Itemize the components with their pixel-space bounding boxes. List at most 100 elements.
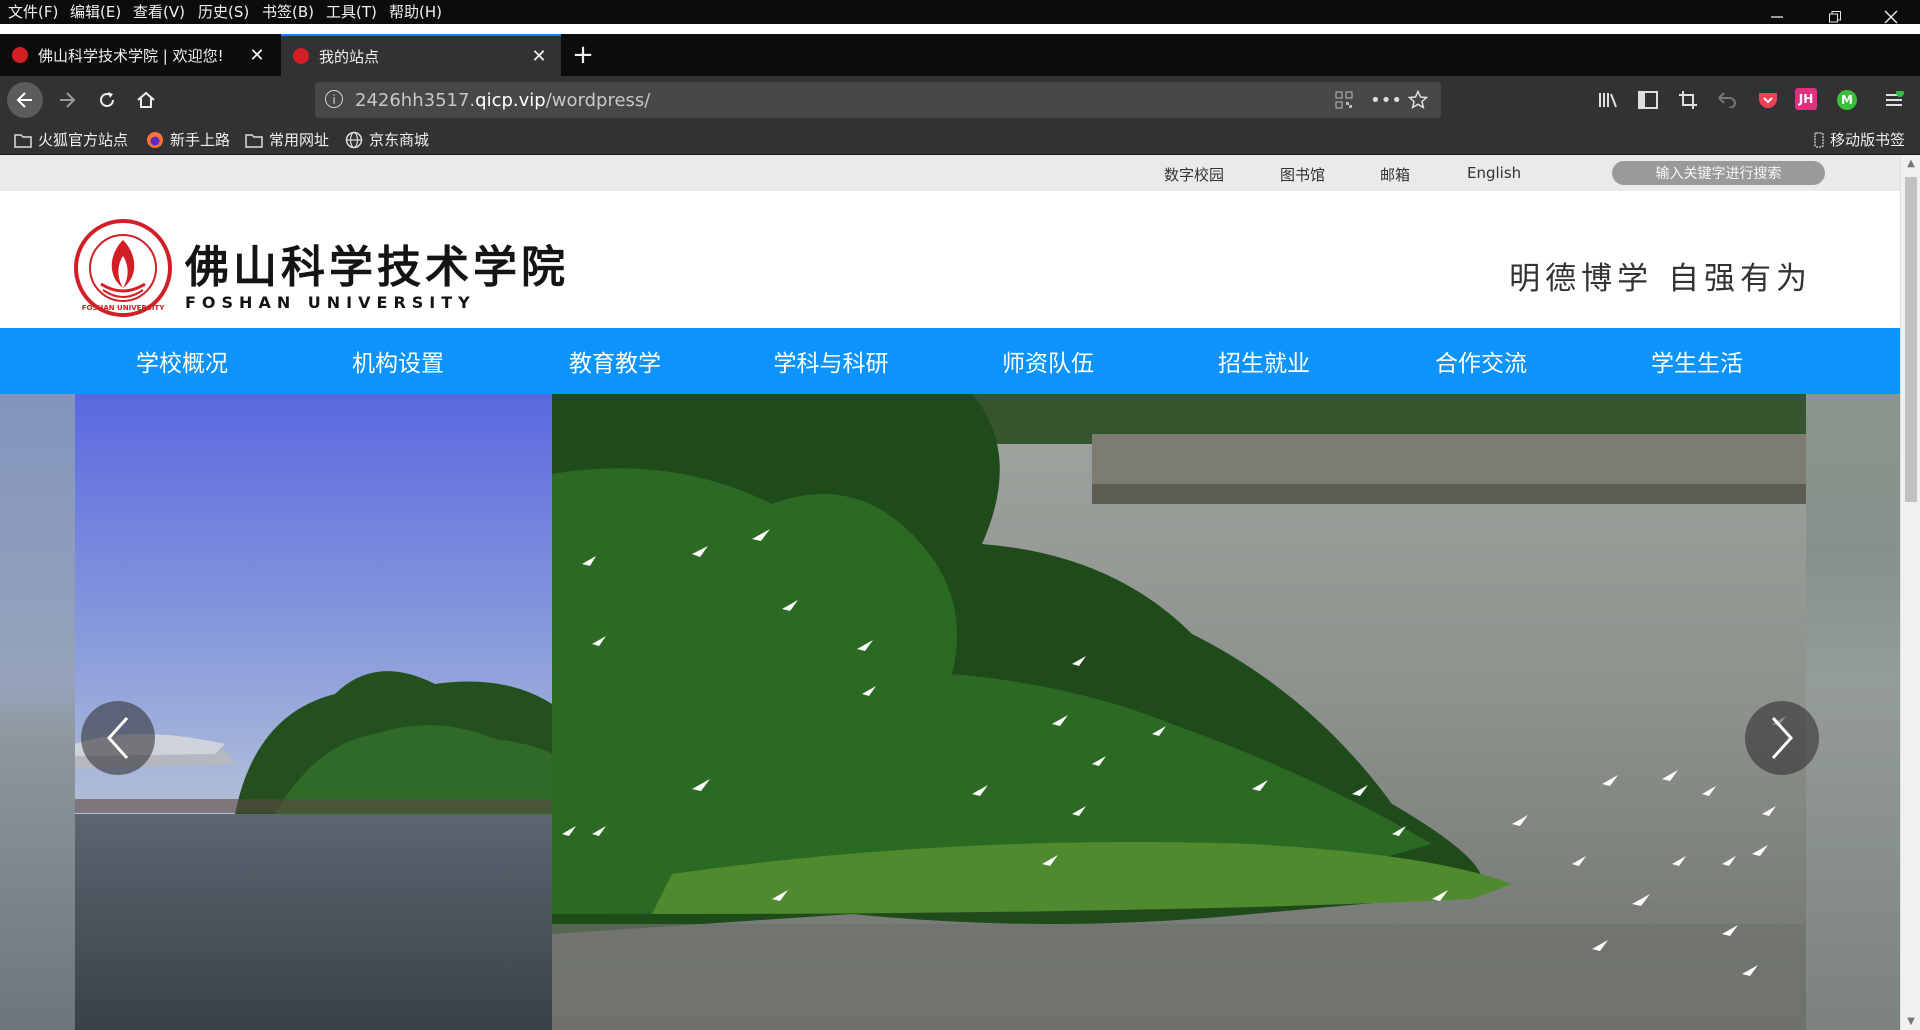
back-button[interactable] [7,82,43,118]
chevron-right-icon [1771,716,1794,760]
bookmark-label: 常用网址 [269,131,330,149]
more-dots-icon[interactable]: ••• [1370,88,1402,112]
bookmark-label: 京东商城 [369,131,430,149]
firefox-logo-icon [146,131,164,149]
tab-my-site[interactable]: 我的站点 ✕ [281,34,561,76]
restore-button[interactable] [1806,0,1864,34]
nav-departments[interactable]: 机构设置 [352,344,444,378]
library-icon[interactable] [1596,88,1620,112]
bookmark-label: 火狐官方站点 [38,131,129,149]
new-tab-button[interactable]: + [568,34,598,76]
qr-code-icon[interactable] [1331,88,1357,112]
carousel-prev-button[interactable] [81,701,155,775]
main-navigation: 学校概况 机构设置 教育教学 学科与科研 师资队伍 招生就业 合作交流 学生生活 [0,328,1900,394]
bookmark-label: 新手上路 [170,131,231,149]
bookmarks-toolbar: 火狐官方站点 新手上路 常用网址 京东商城 移动版书签 [0,124,1920,155]
nav-faculty[interactable]: 师资队伍 [1002,344,1094,378]
link-mailbox[interactable]: 邮箱 [1380,164,1410,185]
menu-help[interactable]: 帮助(H) [389,1,442,22]
pocket-icon[interactable] [1756,88,1780,112]
scroll-down-icon[interactable]: ▼ [1905,1016,1917,1027]
hamburger-menu-icon[interactable] [1882,88,1906,112]
close-icon [1884,10,1898,24]
plus-icon: + [572,40,594,70]
bookmark-mobile[interactable]: 移动版书签 [1814,129,1905,150]
site-header: FOSHAN UNIVERSITY 佛山科学技术学院 FOSHAN UNIVER… [0,191,1900,328]
undo-icon[interactable] [1715,88,1739,112]
navigation-toolbar: i 2426hh3517.qicp.vip/wordpress/ ••• JH … [0,76,1920,124]
nav-student-life[interactable]: 学生生活 [1651,344,1743,378]
site-favicon-icon [12,47,28,63]
menu-view[interactable]: 查看(V) [133,1,185,22]
school-motto: 明德博学 自强有为 [1509,261,1812,297]
restore-icon [1829,11,1841,23]
address-bar[interactable]: i 2426hh3517.qicp.vip/wordpress/ ••• [315,82,1441,118]
tab-title: 佛山科学技术学院 | 欢迎您! [38,46,224,65]
menu-tools[interactable]: 工具(T) [326,1,377,22]
forward-arrow-icon [60,92,76,108]
bookmark-common-sites[interactable]: 常用网址 [245,129,329,150]
menu-edit[interactable]: 编辑(E) [70,1,121,22]
folder-icon [14,132,32,148]
university-seal-logo[interactable]: FOSHAN UNIVERSITY [73,218,173,318]
page-scrollbar[interactable]: ▲ ▼ [1900,155,1920,1030]
bookmark-getting-started[interactable]: 新手上路 [146,129,230,150]
carousel-slide-lake-stadium [75,394,552,1030]
bookmark-jd-mall[interactable]: 京东商城 [345,129,429,150]
link-library[interactable]: 图书馆 [1280,164,1325,185]
site-search-input[interactable]: 输入关键字进行搜索 [1612,161,1825,185]
minimize-button[interactable] [1748,0,1806,34]
tab-foshan-university[interactable]: 佛山科学技术学院 | 欢迎您! ✕ [0,34,279,76]
carousel-slide-egrets-lake [552,394,1806,1030]
bookmark-firefox-official[interactable]: 火狐官方站点 [14,129,128,150]
tab-close-icon[interactable]: ✕ [245,45,269,66]
nav-school-overview[interactable]: 学校概况 [136,344,228,378]
nav-cooperation[interactable]: 合作交流 [1435,344,1527,378]
scroll-up-icon[interactable]: ▲ [1905,158,1917,169]
menu-bar: 文件(F) 编辑(E) 查看(V) 历史(S) 书签(B) 工具(T) 帮助(H… [0,0,1920,24]
nav-education[interactable]: 教育教学 [569,344,661,378]
tab-strip: 佛山科学技术学院 | 欢迎您! ✕ 我的站点 ✕ [0,34,1920,76]
utility-links-bar: 数字校园 图书馆 邮箱 English 输入关键字进行搜索 [0,155,1900,191]
back-arrow-icon [16,92,32,108]
university-name-en: FOSHAN UNIVERSITY [185,293,476,312]
m-extension-icon[interactable]: M [1835,88,1859,112]
bookmark-star-icon[interactable] [1405,88,1431,112]
nav-admissions[interactable]: 招生就业 [1218,344,1310,378]
jh-extension-icon[interactable]: JH [1795,88,1817,110]
close-window-button[interactable] [1862,0,1920,34]
link-digital-campus[interactable]: 数字校园 [1164,164,1224,185]
minimize-icon [1771,16,1783,18]
chevron-left-icon [106,716,129,760]
folder-icon [245,132,263,148]
info-icon[interactable]: i [325,90,343,108]
svg-text:FOSHAN UNIVERSITY: FOSHAN UNIVERSITY [82,304,166,312]
carousel-prev-slide-peek [0,394,75,1030]
nav-research[interactable]: 学科与科研 [774,344,889,378]
menu-bookmarks[interactable]: 书签(B) [262,1,314,22]
reload-icon [100,92,114,107]
home-icon [137,91,155,108]
menu-file[interactable]: 文件(F) [8,1,58,22]
link-english[interactable]: English [1467,164,1521,182]
mobile-bookmark-icon [1814,131,1824,148]
sidebar-icon[interactable] [1636,88,1660,112]
url-text[interactable]: 2426hh3517.qicp.vip/wordpress/ [355,90,650,111]
university-name-cn: 佛山科学技术学院 [185,242,569,293]
tab-close-icon[interactable]: ✕ [527,46,551,67]
home-button[interactable] [128,82,164,118]
screenshot-icon[interactable] [1676,88,1700,112]
carousel-next-button[interactable] [1745,701,1819,775]
reload-button[interactable] [89,82,125,118]
scrollbar-thumb[interactable] [1905,177,1917,502]
bookmark-label: 移动版书签 [1830,131,1906,149]
forward-button[interactable] [49,82,85,118]
hero-carousel [0,394,1900,1030]
site-favicon-icon [293,48,309,64]
university-name[interactable]: 佛山科学技术学院 FOSHAN UNIVERSITY [185,231,569,312]
page-viewport: 数字校园 图书馆 邮箱 English 输入关键字进行搜索 FOSHAN UNI… [0,155,1900,1030]
tab-title: 我的站点 [319,47,380,66]
carousel-next-slide-peek [1806,394,1900,1030]
menu-history[interactable]: 历史(S) [198,1,249,22]
globe-icon [345,131,363,149]
